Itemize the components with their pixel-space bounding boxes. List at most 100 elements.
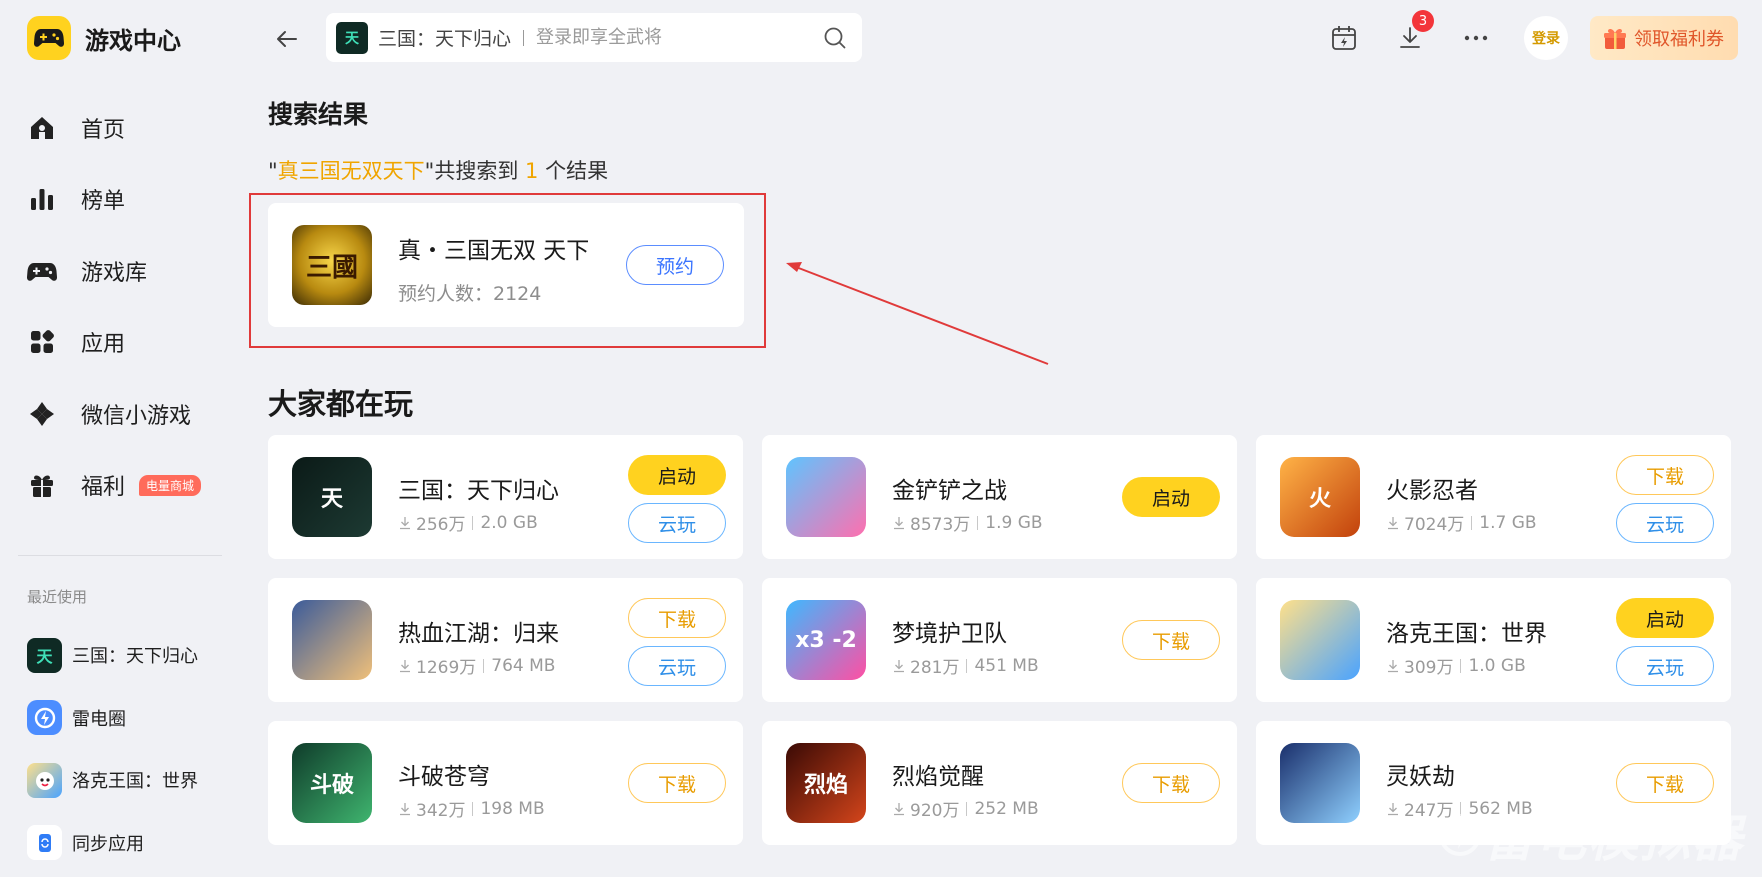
watermark-text: 雷电模拟器 — [1484, 810, 1744, 868]
recent-item-leidian-circle[interactable]: 雷电圈 — [27, 687, 198, 750]
download-button[interactable]: 下载 — [1616, 763, 1714, 803]
cloud-button[interactable]: 云玩 — [1616, 646, 1714, 686]
popular-title: 大家都在玩 — [268, 387, 414, 421]
coupon-label: 领取福利券 — [1634, 29, 1724, 50]
recent-item-sanguo[interactable]: 天 三国：天下归心 — [27, 624, 198, 687]
search-input[interactable] — [536, 27, 837, 48]
download-count: 281万 — [910, 658, 960, 678]
more-button[interactable] — [1454, 16, 1498, 60]
sync-app-icon — [27, 825, 62, 861]
game-name: 斗破苍穹 — [398, 764, 490, 790]
game-card[interactable]: 火 火影忍者 7024万 1.7 GB 下载 云玩 — [1256, 435, 1731, 559]
recent-item-label: 雷电圈 — [72, 708, 126, 730]
sidebar-item-label: 福利 — [81, 475, 126, 501]
game-thumb-icon: 天 — [27, 637, 62, 673]
download-count-icon — [894, 659, 904, 672]
sidebar-item-wechat-mini-games[interactable]: 微信小游戏 — [27, 378, 201, 450]
download-count-icon — [894, 516, 904, 529]
download-count: 256万 — [416, 515, 466, 535]
ranking-icon — [27, 184, 57, 214]
login-button[interactable]: 登录 — [1524, 16, 1568, 60]
cover-text: 烈焰 — [803, 773, 848, 798]
main-nav: 首页 榜单 游戏库 应用 微信小游戏 福利 电量商城 — [27, 92, 202, 522]
download-count: 1269万 — [416, 658, 477, 678]
cloud-button[interactable]: 云玩 — [628, 646, 726, 686]
calendar-button[interactable] — [1322, 16, 1366, 60]
game-thumb-icon — [27, 762, 62, 798]
sidebar-item-apps[interactable]: 应用 — [27, 307, 201, 379]
cover-text: 天 — [320, 487, 343, 512]
meta-separator — [1460, 658, 1462, 673]
sidebar-item-game-library[interactable]: 游戏库 — [27, 235, 201, 307]
meta-separator — [966, 801, 968, 816]
game-card[interactable]: 天 三国：天下归心 256万 2.0 GB 启动云玩 — [268, 435, 743, 559]
cloud-button[interactable]: 云玩 — [1616, 503, 1714, 543]
game-meta: 1269万 764 MB — [398, 653, 555, 678]
game-cover-icon: 斗破 — [292, 743, 372, 823]
download-button[interactable]: 下载 — [628, 763, 726, 803]
gamepad-logo-icon — [27, 16, 71, 60]
recent-item-label: 同步应用 — [72, 833, 144, 855]
download-count-icon — [1388, 802, 1398, 815]
game-cover-icon: x3 -2 — [786, 600, 866, 680]
recent-item-sync-app[interactable]: 同步应用 — [27, 812, 198, 875]
cover-text: x3 -2 — [795, 627, 857, 653]
download-count: 342万 — [416, 801, 466, 821]
meta-separator — [472, 515, 474, 530]
sidebar-item-home[interactable]: 首页 — [27, 92, 201, 164]
claim-coupon-button[interactable]: 领取福利券 — [1590, 16, 1738, 60]
result-count: 1 — [525, 159, 539, 183]
recent-item-label: 洛克王国：世界 — [72, 771, 198, 793]
game-name: 洛克王国：世界 — [1386, 621, 1547, 647]
game-card[interactable]: 烈焰 烈焰觉醒 920万 252 MB 下载 — [762, 721, 1237, 845]
sidebar-item-welfare[interactable]: 福利 电量商城 — [27, 450, 202, 522]
game-card[interactable]: 热血江湖：归来 1269万 764 MB 下载 云玩 — [268, 578, 743, 702]
recent-title: 最近使用 — [27, 588, 88, 606]
cloud-button[interactable]: 云玩 — [628, 503, 726, 543]
brand[interactable]: 游戏中心 — [27, 16, 181, 60]
game-card[interactable]: 斗破 斗破苍穹 342万 198 MB 下载 — [268, 721, 743, 845]
game-cover-icon — [1280, 600, 1360, 680]
game-name: 三国：天下归心 — [398, 478, 559, 504]
game-meta: 309万 1.0 GB — [1386, 653, 1526, 678]
file-size: 451 MB — [974, 655, 1039, 676]
download-count: 309万 — [1404, 658, 1454, 678]
back-button[interactable] — [272, 24, 302, 54]
search-bar[interactable]: 天 三国：天下归心 — [326, 13, 862, 62]
results-summary: "真三国无双天下"共搜索到 1 个结果 — [268, 155, 608, 185]
game-card[interactable]: x3 -2 梦境护卫队 281万 451 MB 下载 — [762, 578, 1237, 702]
game-card[interactable]: 金铲铲之战 8573万 1.9 GB 启动 — [762, 435, 1237, 559]
download-count-icon — [400, 659, 410, 672]
search-icon[interactable] — [822, 25, 848, 51]
search-term: 三国：天下归心 — [378, 28, 512, 50]
download-button[interactable]: 下载 — [628, 598, 726, 638]
launch-button[interactable]: 启动 — [628, 455, 726, 495]
file-size: 2.0 GB — [480, 512, 538, 533]
game-name: 金铲铲之战 — [892, 478, 1007, 504]
home-icon — [27, 113, 57, 143]
apps-icon — [27, 327, 57, 357]
game-cover-icon — [1280, 743, 1360, 823]
results-title: 搜索结果 — [268, 100, 369, 129]
top-actions: 3 登录 领取福利券 — [1300, 10, 1738, 62]
meta-separator — [483, 658, 485, 673]
sidebar: 游戏中心 首页 榜单 游戏库 应用 微信小游戏 福利 电量商城 最近使用 天 三… — [0, 0, 238, 877]
sidebar-item-ranking[interactable]: 榜单 — [27, 164, 201, 236]
download-count: 920万 — [910, 801, 960, 821]
launch-button[interactable]: 启动 — [1616, 598, 1714, 638]
launch-button[interactable]: 启动 — [1122, 477, 1220, 517]
recent-item-roco-kingdom[interactable]: 洛克王国：世界 — [27, 749, 198, 812]
download-count: 7024万 — [1404, 515, 1465, 535]
annotation-highlight-box — [249, 193, 766, 348]
download-button[interactable]: 下载 — [1122, 763, 1220, 803]
game-cover-icon — [292, 600, 372, 680]
watermark: 雷电模拟器 — [1436, 799, 1744, 871]
file-size: 198 MB — [480, 798, 545, 819]
download-button[interactable]: 下载 — [1122, 620, 1220, 660]
game-card[interactable]: 洛克王国：世界 309万 1.0 GB 启动云玩 — [1256, 578, 1731, 702]
download-button[interactable]: 下载 — [1616, 455, 1714, 495]
game-cover-icon: 天 — [292, 457, 372, 537]
summary-text-end: 个结果 — [538, 159, 609, 183]
cover-text: 斗破 — [309, 773, 354, 798]
download-manager-button[interactable]: 3 — [1388, 10, 1434, 60]
